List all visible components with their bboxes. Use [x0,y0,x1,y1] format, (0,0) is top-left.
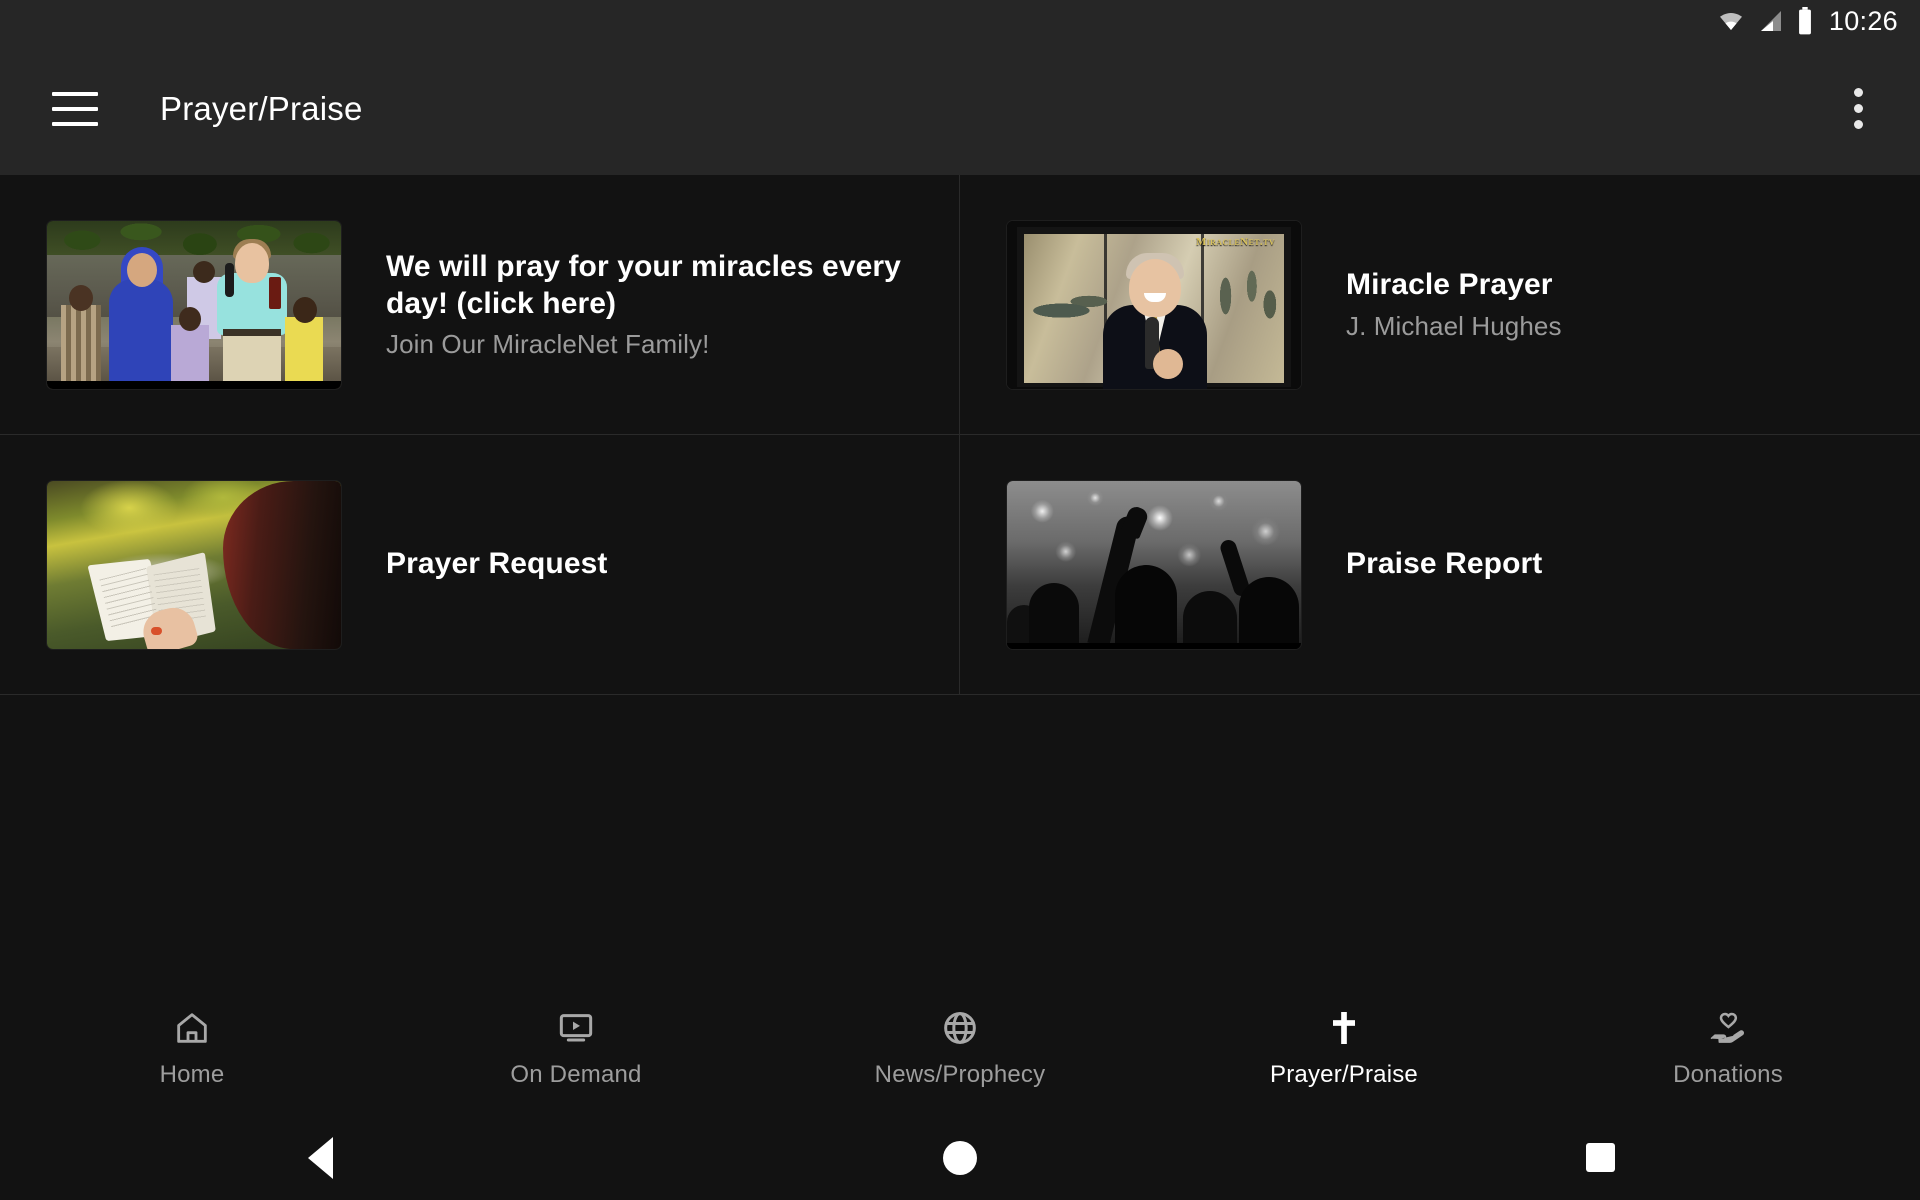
nav-item-prayer-praise[interactable]: Prayer/Praise [1152,1006,1536,1089]
wifi-icon [1716,9,1746,33]
card-title: Praise Report [1346,547,1543,581]
bottom-navigation-bar: Home On Demand News/Prophecy Prayer/Prai… [0,980,1920,1115]
page-title: Prayer/Praise [160,89,363,127]
recents-square-icon[interactable] [1280,1143,1920,1172]
nav-label: Prayer/Praise [1270,1061,1418,1088]
more-vertical-icon[interactable] [1834,79,1882,139]
card-title: Miracle Prayer [1346,268,1553,302]
nav-item-on-demand[interactable]: On Demand [384,1006,768,1089]
nav-label: On Demand [510,1061,642,1088]
card-praise-report[interactable]: Praise Report [960,435,1920,695]
miracle-prayer-host-thumbnail: MiracleNet.tv [1007,220,1301,389]
card-subtitle: Join Our MiracleNet Family! [386,329,710,360]
card-text: We will pray for your miracles every day… [386,249,959,360]
worship-crowd-thumbnail [1007,480,1301,649]
status-bar: 10:26 [0,0,1920,42]
card-text: Prayer Request [386,546,608,583]
globe-icon [940,1006,980,1050]
nav-label: News/Prophecy [874,1061,1046,1088]
app-bar: Prayer/Praise [0,42,1920,175]
thumbnail-watermark: MiracleNet.tv [1195,235,1275,248]
hand-heart-icon [1708,1006,1748,1050]
cell-signal-icon [1757,9,1785,33]
card-text: Praise Report [1346,546,1542,583]
status-time: 10:26 [1828,5,1898,36]
card-text: Miracle Prayer J. Michael Hughes [1346,267,1562,342]
nav-item-home[interactable]: Home [0,1006,384,1089]
hamburger-menu-icon[interactable] [52,91,98,126]
ondemand-video-icon [556,1006,596,1050]
battery-full-icon [1796,7,1814,35]
card-miraclenet-family[interactable]: We will pray for your miracles every day… [0,175,960,435]
card-title: Prayer Request [386,547,608,581]
outdoor-crowd-preacher-thumbnail [47,220,341,389]
nav-label: Donations [1673,1061,1783,1088]
nav-item-news-prophecy[interactable]: News/Prophecy [768,1006,1152,1089]
home-icon [172,1006,212,1050]
back-triangle-icon[interactable] [0,1136,640,1179]
card-title: We will pray for your miracles every day… [386,249,901,320]
cross-icon [1324,1006,1364,1050]
nav-label: Home [159,1061,225,1088]
open-bible-thumbnail [47,480,341,649]
card-subtitle: J. Michael Hughes [1346,310,1562,341]
nav-item-donations[interactable]: Donations [1536,1006,1920,1089]
card-grid: We will pray for your miracles every day… [0,175,1920,695]
android-system-navigation [0,1115,1920,1200]
card-miracle-prayer[interactable]: MiracleNet.tv Miracle Prayer J. Michael … [960,175,1920,435]
home-circle-icon[interactable] [640,1140,1280,1175]
card-prayer-request[interactable]: Prayer Request [0,435,960,695]
